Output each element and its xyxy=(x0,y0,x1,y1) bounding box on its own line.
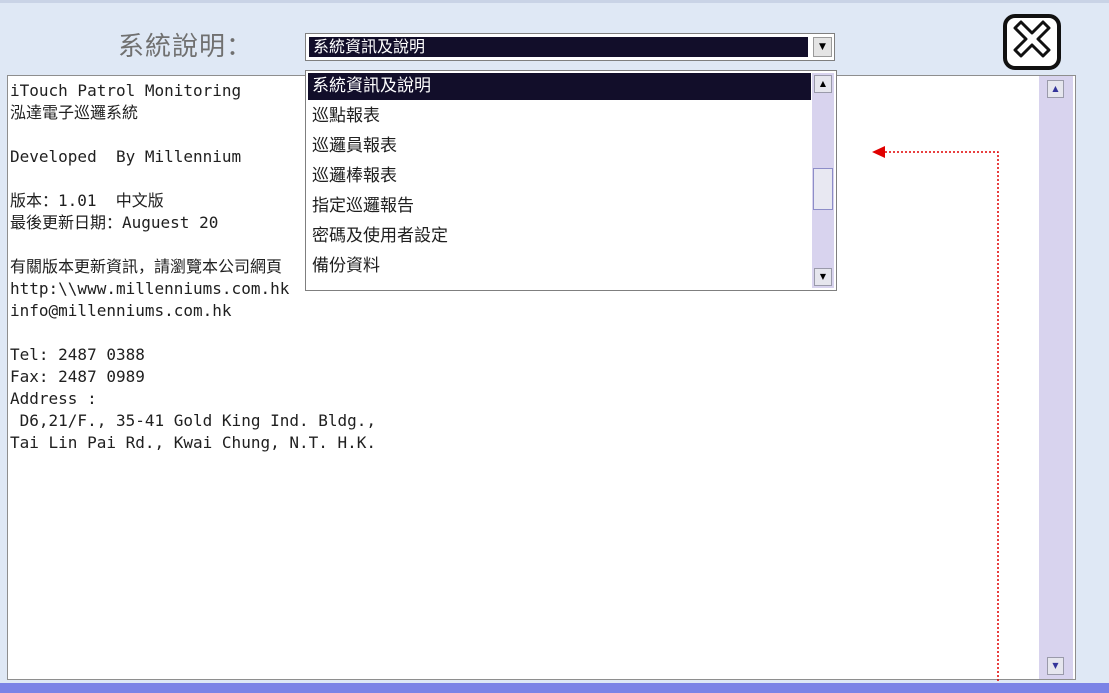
info-text-line: Fax: 2487 0989 xyxy=(10,367,145,386)
window-top-edge xyxy=(0,0,1109,3)
dropdown-option[interactable]: 巡邏員報表 xyxy=(308,133,811,160)
dropdown-scrollbar[interactable]: ▲ ▼ xyxy=(812,73,834,288)
dropdown-option[interactable]: 指定巡邏報告 xyxy=(308,193,811,220)
info-text-line: D6,21/F., 35-41 Gold King Ind. Bldg., xyxy=(10,411,377,430)
close-icon xyxy=(1013,20,1051,58)
dropdown-option[interactable]: 密碼及使用者設定 xyxy=(308,223,811,250)
dropdown-option[interactable]: 備份資料 xyxy=(308,253,811,280)
scroll-down-icon[interactable]: ▼ xyxy=(1047,657,1064,675)
info-text-line: Address : xyxy=(10,389,97,408)
scroll-down-icon[interactable]: ▼ xyxy=(814,268,832,286)
scroll-up-icon[interactable]: ▲ xyxy=(1047,80,1064,98)
dropdown-option[interactable]: 巡點報表 xyxy=(308,103,811,130)
chevron-down-icon[interactable]: ▼ xyxy=(813,37,832,57)
info-text-line: Tel: 2487 0388 xyxy=(10,345,145,364)
scroll-up-icon[interactable]: ▲ xyxy=(814,75,832,93)
info-text-line: info@millenniums.com.hk xyxy=(10,301,232,320)
close-button[interactable] xyxy=(1003,14,1061,70)
report-type-select[interactable]: 系統資訊及說明 ▼ xyxy=(305,33,835,61)
bottom-status-bar xyxy=(0,683,1109,693)
report-type-dropdown-list[interactable]: ▲ ▼ 系統資訊及說明 巡點報表巡邏員報表巡邏棒報表指定巡邏報告 密碼及使用者設定備… xyxy=(305,70,837,291)
content-vertical-scrollbar[interactable]: ▲ ▼ xyxy=(1039,76,1073,679)
info-text-line: Tai Lin Pai Rd., Kwai Chung, N.T. H.K. xyxy=(10,433,377,452)
system-description-label: 系統說明： xyxy=(118,32,254,62)
dropdown-option[interactable]: 系統資訊及說明 xyxy=(308,73,811,100)
select-current-value: 系統資訊及說明 xyxy=(309,37,808,57)
info-text-line xyxy=(10,322,1035,344)
dropdown-scroll-thumb[interactable] xyxy=(813,168,833,210)
dropdown-option[interactable]: 巡邏棒報表 xyxy=(308,163,811,190)
